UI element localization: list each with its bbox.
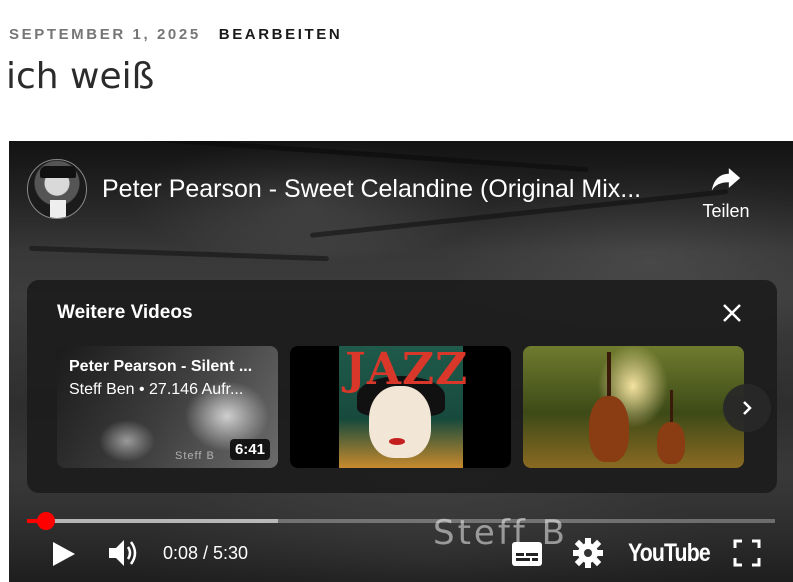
- share-icon: [711, 168, 741, 191]
- poster-word: JAZZ: [345, 346, 469, 395]
- progress-buffered: [27, 519, 278, 523]
- chevron-right-icon: [743, 401, 752, 415]
- video-thumbnail[interactable]: [523, 346, 744, 468]
- edit-link[interactable]: BEARBEITEN: [219, 26, 343, 43]
- share-label: Teilen: [702, 201, 750, 221]
- settings-button[interactable]: [572, 537, 604, 569]
- violin-neck: [670, 390, 673, 426]
- poster-face: [369, 386, 431, 458]
- youtube-logo[interactable]: YouTube: [628, 539, 711, 568]
- video-player[interactable]: Peter Pearson - Sweet Celandine (Origina…: [9, 141, 793, 582]
- violin-image: [589, 396, 629, 462]
- thumbnail-title: Peter Pearson - Silent ...: [69, 358, 253, 375]
- video-title[interactable]: Peter Pearson - Sweet Celandine (Origina…: [102, 175, 682, 204]
- thumbnail-subtitle: Steff Ben • 27.146 Aufr...: [69, 381, 244, 398]
- fullscreen-icon: [733, 539, 761, 567]
- avatar-hat: [40, 166, 76, 178]
- subtitles-icon: [512, 542, 542, 566]
- post-meta: SEPTEMBER 1, 2025 BEARBEITEN: [9, 26, 342, 43]
- close-button[interactable]: [717, 298, 747, 328]
- thumbnail-duration: 6:41: [229, 439, 270, 460]
- violin-image: [657, 422, 685, 464]
- subtitles-button[interactable]: [511, 541, 543, 567]
- avatar-shirt: [50, 200, 66, 218]
- post-date[interactable]: SEPTEMBER 1, 2025: [9, 26, 201, 43]
- volume-button[interactable]: [107, 537, 141, 569]
- more-videos-heading: Weitere Videos: [57, 302, 193, 323]
- close-icon: [723, 304, 741, 322]
- next-videos-button[interactable]: [723, 384, 771, 432]
- time-display: 0:08 / 5:30: [163, 543, 249, 563]
- progress-bar[interactable]: [27, 512, 775, 530]
- poster-lips: [389, 438, 405, 445]
- jazz-poster-image: JAZZ: [339, 346, 467, 468]
- thumbnail-watermark: Steff B: [175, 450, 215, 462]
- fullscreen-button[interactable]: [733, 539, 761, 567]
- video-thumbnail[interactable]: JAZZ: [290, 346, 511, 468]
- progress-scrubber[interactable]: [36, 512, 55, 530]
- volume-icon: [109, 540, 137, 566]
- channel-avatar[interactable]: [27, 159, 87, 219]
- gear-icon: [573, 538, 603, 568]
- play-button[interactable]: [49, 539, 77, 569]
- video-thumbnail[interactable]: Peter Pearson - Silent ... Steff Ben • 2…: [57, 346, 278, 468]
- share-button[interactable]: Teilen: [691, 161, 761, 233]
- more-videos-panel: Weitere Videos Peter Pearson - Silent ..…: [27, 280, 777, 493]
- post-title: ich weiß: [6, 56, 155, 97]
- violin-neck: [607, 352, 611, 402]
- play-icon: [53, 542, 75, 566]
